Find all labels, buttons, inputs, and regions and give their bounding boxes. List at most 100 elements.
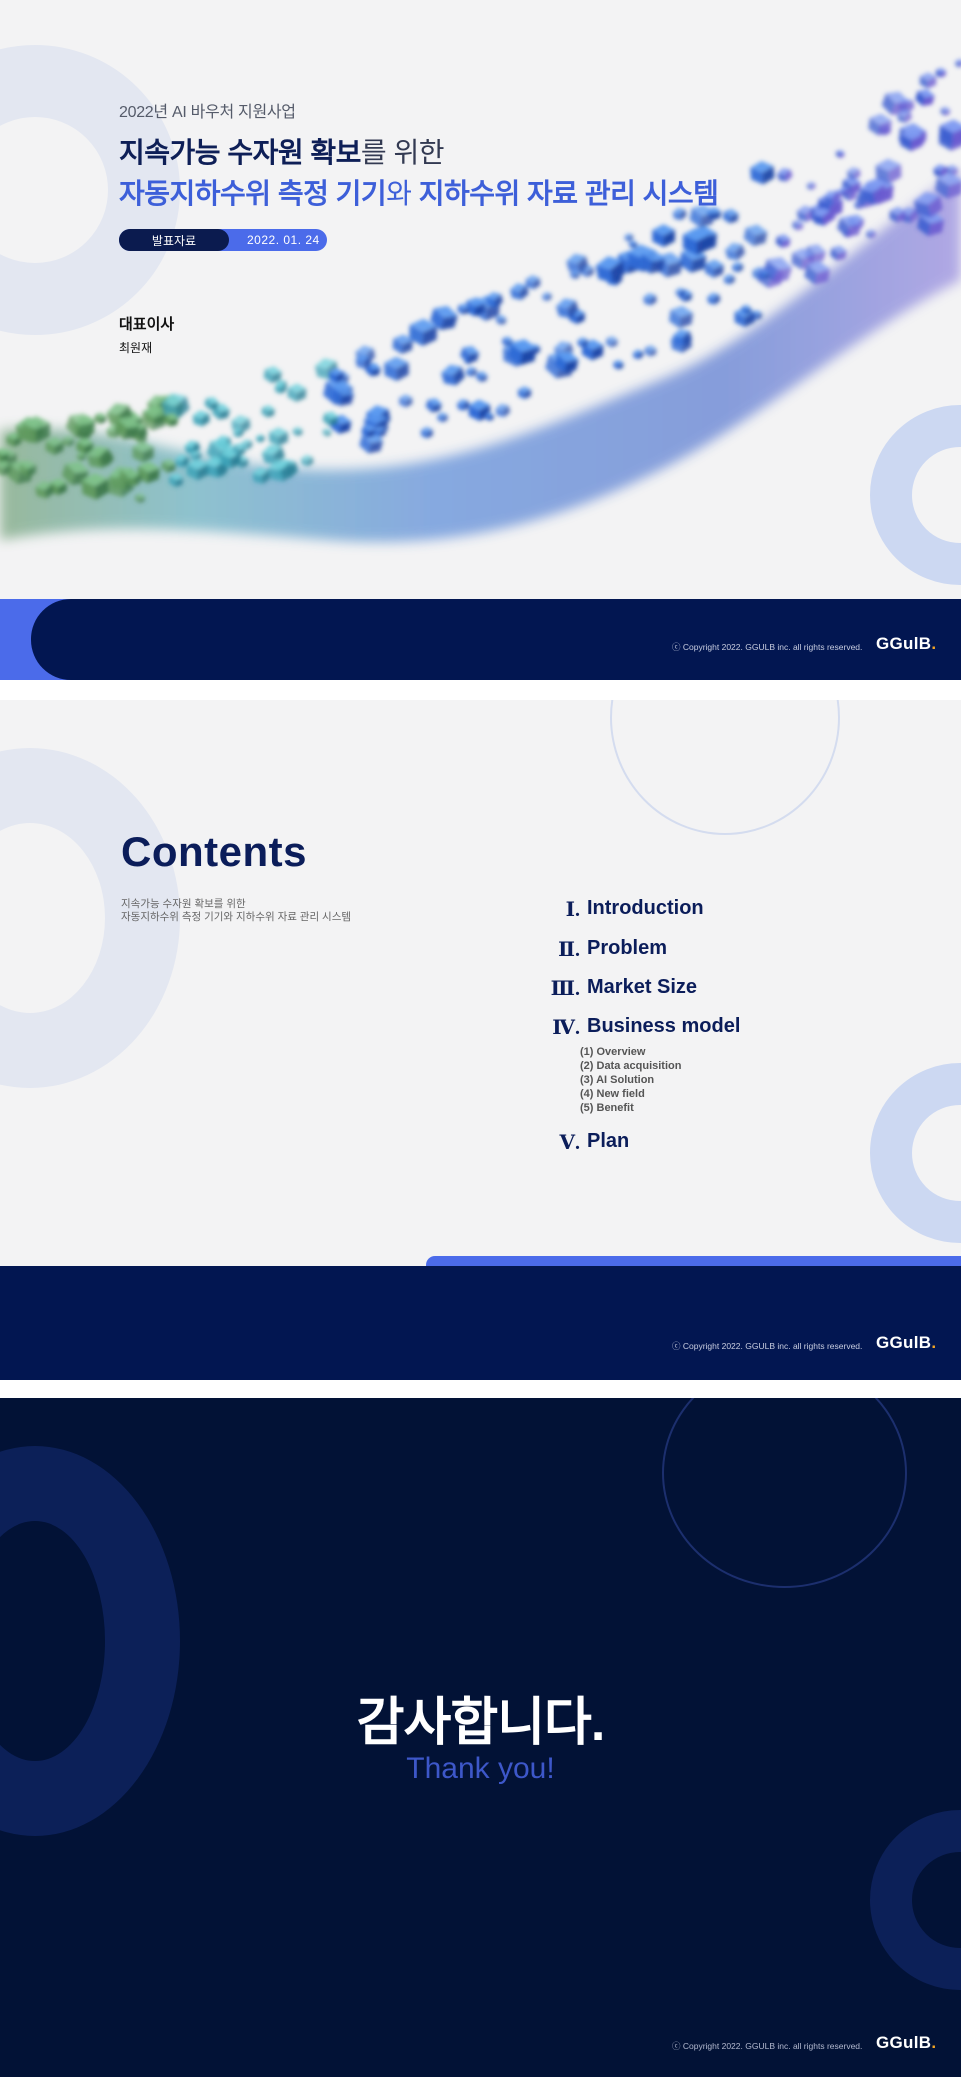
cube-shape [255, 434, 265, 443]
cube-shape [724, 242, 746, 261]
cube-shape [525, 275, 541, 290]
cube-shape [465, 366, 477, 377]
toc-subitem[interactable]: (1) Overview [580, 1046, 645, 1058]
contents-subtitle-2: 자동지하수위 측정 기기와 지하수위 자료 관리 시스템 [121, 911, 352, 923]
copyright-text: ⓒ Copyright 2022. GGULB inc. all rights … [672, 1341, 863, 1351]
logo-dot: . [931, 2033, 937, 2052]
toc-item-problem[interactable]: Ⅱ. Problem [548, 937, 667, 962]
cube-shape [915, 89, 935, 107]
tag-label: 발표자료 [119, 229, 229, 251]
cube-shape [835, 149, 845, 158]
cube-shape [806, 181, 816, 190]
cube-shape [632, 349, 644, 360]
toc-item-plan[interactable]: Ⅴ. Plan [548, 1130, 629, 1155]
contents-slide: Contents 지속가능 수자원 확보를 위한 자동지하수위 측정 기기와 지… [0, 700, 961, 1380]
cube-shape [94, 412, 107, 424]
title-1-bold: 지속가능 수자원 확보 [119, 137, 361, 168]
toc-label: Market Size [587, 976, 698, 998]
cube-shape [643, 293, 657, 306]
cube-shape [776, 168, 793, 182]
toc-subitem[interactable]: (2) Data acquisition [580, 1060, 681, 1072]
cube-shape [420, 426, 433, 439]
title-2-bold-a: 자동지하수위 측정 기기 [119, 178, 387, 209]
cube-shape [399, 394, 413, 408]
toc-label: Plan [587, 1130, 630, 1152]
decor-ring-right [870, 1810, 961, 1990]
presentation-tag: 발표자료 2022. 01. 24 [119, 229, 327, 251]
title-2-thin: 와 [386, 178, 412, 209]
title-2-bold-b: 지하수위 자료 관리 시스템 [418, 178, 719, 209]
cube-shape [613, 359, 624, 370]
footer-band [31, 599, 961, 680]
cube-shape [940, 106, 951, 116]
cube-shape [955, 58, 961, 68]
tag-date: 2022. 01. 24 [247, 233, 320, 247]
footer-band [0, 1266, 961, 1380]
copyright-text: ⓒ Copyright 2022. GGULB inc. all rights … [672, 2041, 863, 2051]
cube-shape [919, 72, 937, 89]
cube-shape [668, 305, 694, 329]
cube-shape [605, 336, 618, 348]
cube-shape [706, 292, 721, 305]
cube-shape [743, 224, 768, 247]
title-line-2: 자동지하수위 측정 기기와 지하수위 자료 관리 시스템 [119, 172, 719, 212]
toc-item-market-size[interactable]: Ⅲ. Market Size [548, 976, 697, 1001]
logo-text: GGulB [876, 2033, 932, 2052]
toc-subitem[interactable]: (5) Benefit [580, 1102, 634, 1114]
cube-shape [437, 412, 448, 423]
cube-shape [775, 234, 791, 248]
logo-text: GGulB [876, 634, 932, 653]
company-logo: GGulB. [876, 1333, 936, 1353]
cube-shape [652, 224, 675, 247]
decor-ring-top [610, 700, 840, 835]
cube-shape [829, 245, 847, 261]
cube-shape [269, 427, 288, 447]
cube-shape [192, 410, 210, 427]
logo-dot: . [931, 634, 937, 653]
cube-shape [731, 261, 744, 273]
cube-shape [722, 208, 739, 224]
cube-shape [517, 386, 532, 400]
thank-you-slide: 감사합니다. Thank you! ⓒ Copyright 2022. GGUL… [0, 1398, 961, 2077]
toc-num: Ⅴ. [559, 1132, 580, 1154]
cube-shape [322, 428, 332, 437]
toc-label: Problem [587, 937, 668, 959]
toc-label: Introduction [587, 897, 704, 919]
presenter-name: 최원재 [119, 341, 153, 355]
company-logo: GGulB. [876, 634, 936, 654]
decor-ring-top [662, 1398, 907, 1588]
copyright-text: ⓒ Copyright 2022. GGULB inc. all rights … [672, 642, 863, 652]
toc-item-introduction[interactable]: Ⅰ. Introduction [548, 897, 704, 922]
cube-shape [644, 345, 657, 357]
toc-item-business-model[interactable]: Ⅳ. Business model [548, 1015, 740, 1040]
cube-shape [704, 259, 724, 278]
cube-shape [261, 405, 275, 418]
cubes-wave-graphic [0, 58, 961, 542]
toc-num: Ⅲ. [550, 978, 580, 1000]
toc-subitem[interactable]: (4) New field [580, 1088, 645, 1100]
cube-shape [292, 426, 303, 437]
cube-shape [460, 346, 480, 363]
cube-shape [300, 454, 314, 467]
cube-shape [541, 292, 552, 302]
cube-shape [495, 403, 511, 418]
title-slide: 2022년 AI 바우처 지원사업 지속가능 수자원 확보를 위한 자동지하수위… [0, 0, 961, 680]
cube-shape [384, 356, 409, 381]
thanks-english: Thank you! [406, 1752, 555, 1785]
cube-shape [456, 399, 470, 411]
cube-shape [750, 161, 775, 185]
decor-ring-right [870, 1063, 961, 1243]
logo-text: GGulB [876, 1333, 932, 1352]
toc-subitem[interactable]: (3) AI Solution [580, 1074, 654, 1086]
title-line-1: 지속가능 수자원 확보를 위한 [119, 131, 444, 171]
cube-shape [475, 371, 488, 382]
cube-shape [425, 398, 442, 413]
title-1-thin: 를 위한 [360, 137, 445, 168]
thanks-korean: 감사합니다. [356, 1694, 606, 1752]
contents-title: Contents [121, 828, 307, 875]
cube-shape [287, 383, 307, 402]
toc-num: Ⅳ. [552, 1017, 580, 1039]
company-logo: GGulB. [876, 2033, 936, 2053]
toc-label: Business model [587, 1015, 741, 1037]
presenter-role: 대표이사 [119, 316, 175, 333]
